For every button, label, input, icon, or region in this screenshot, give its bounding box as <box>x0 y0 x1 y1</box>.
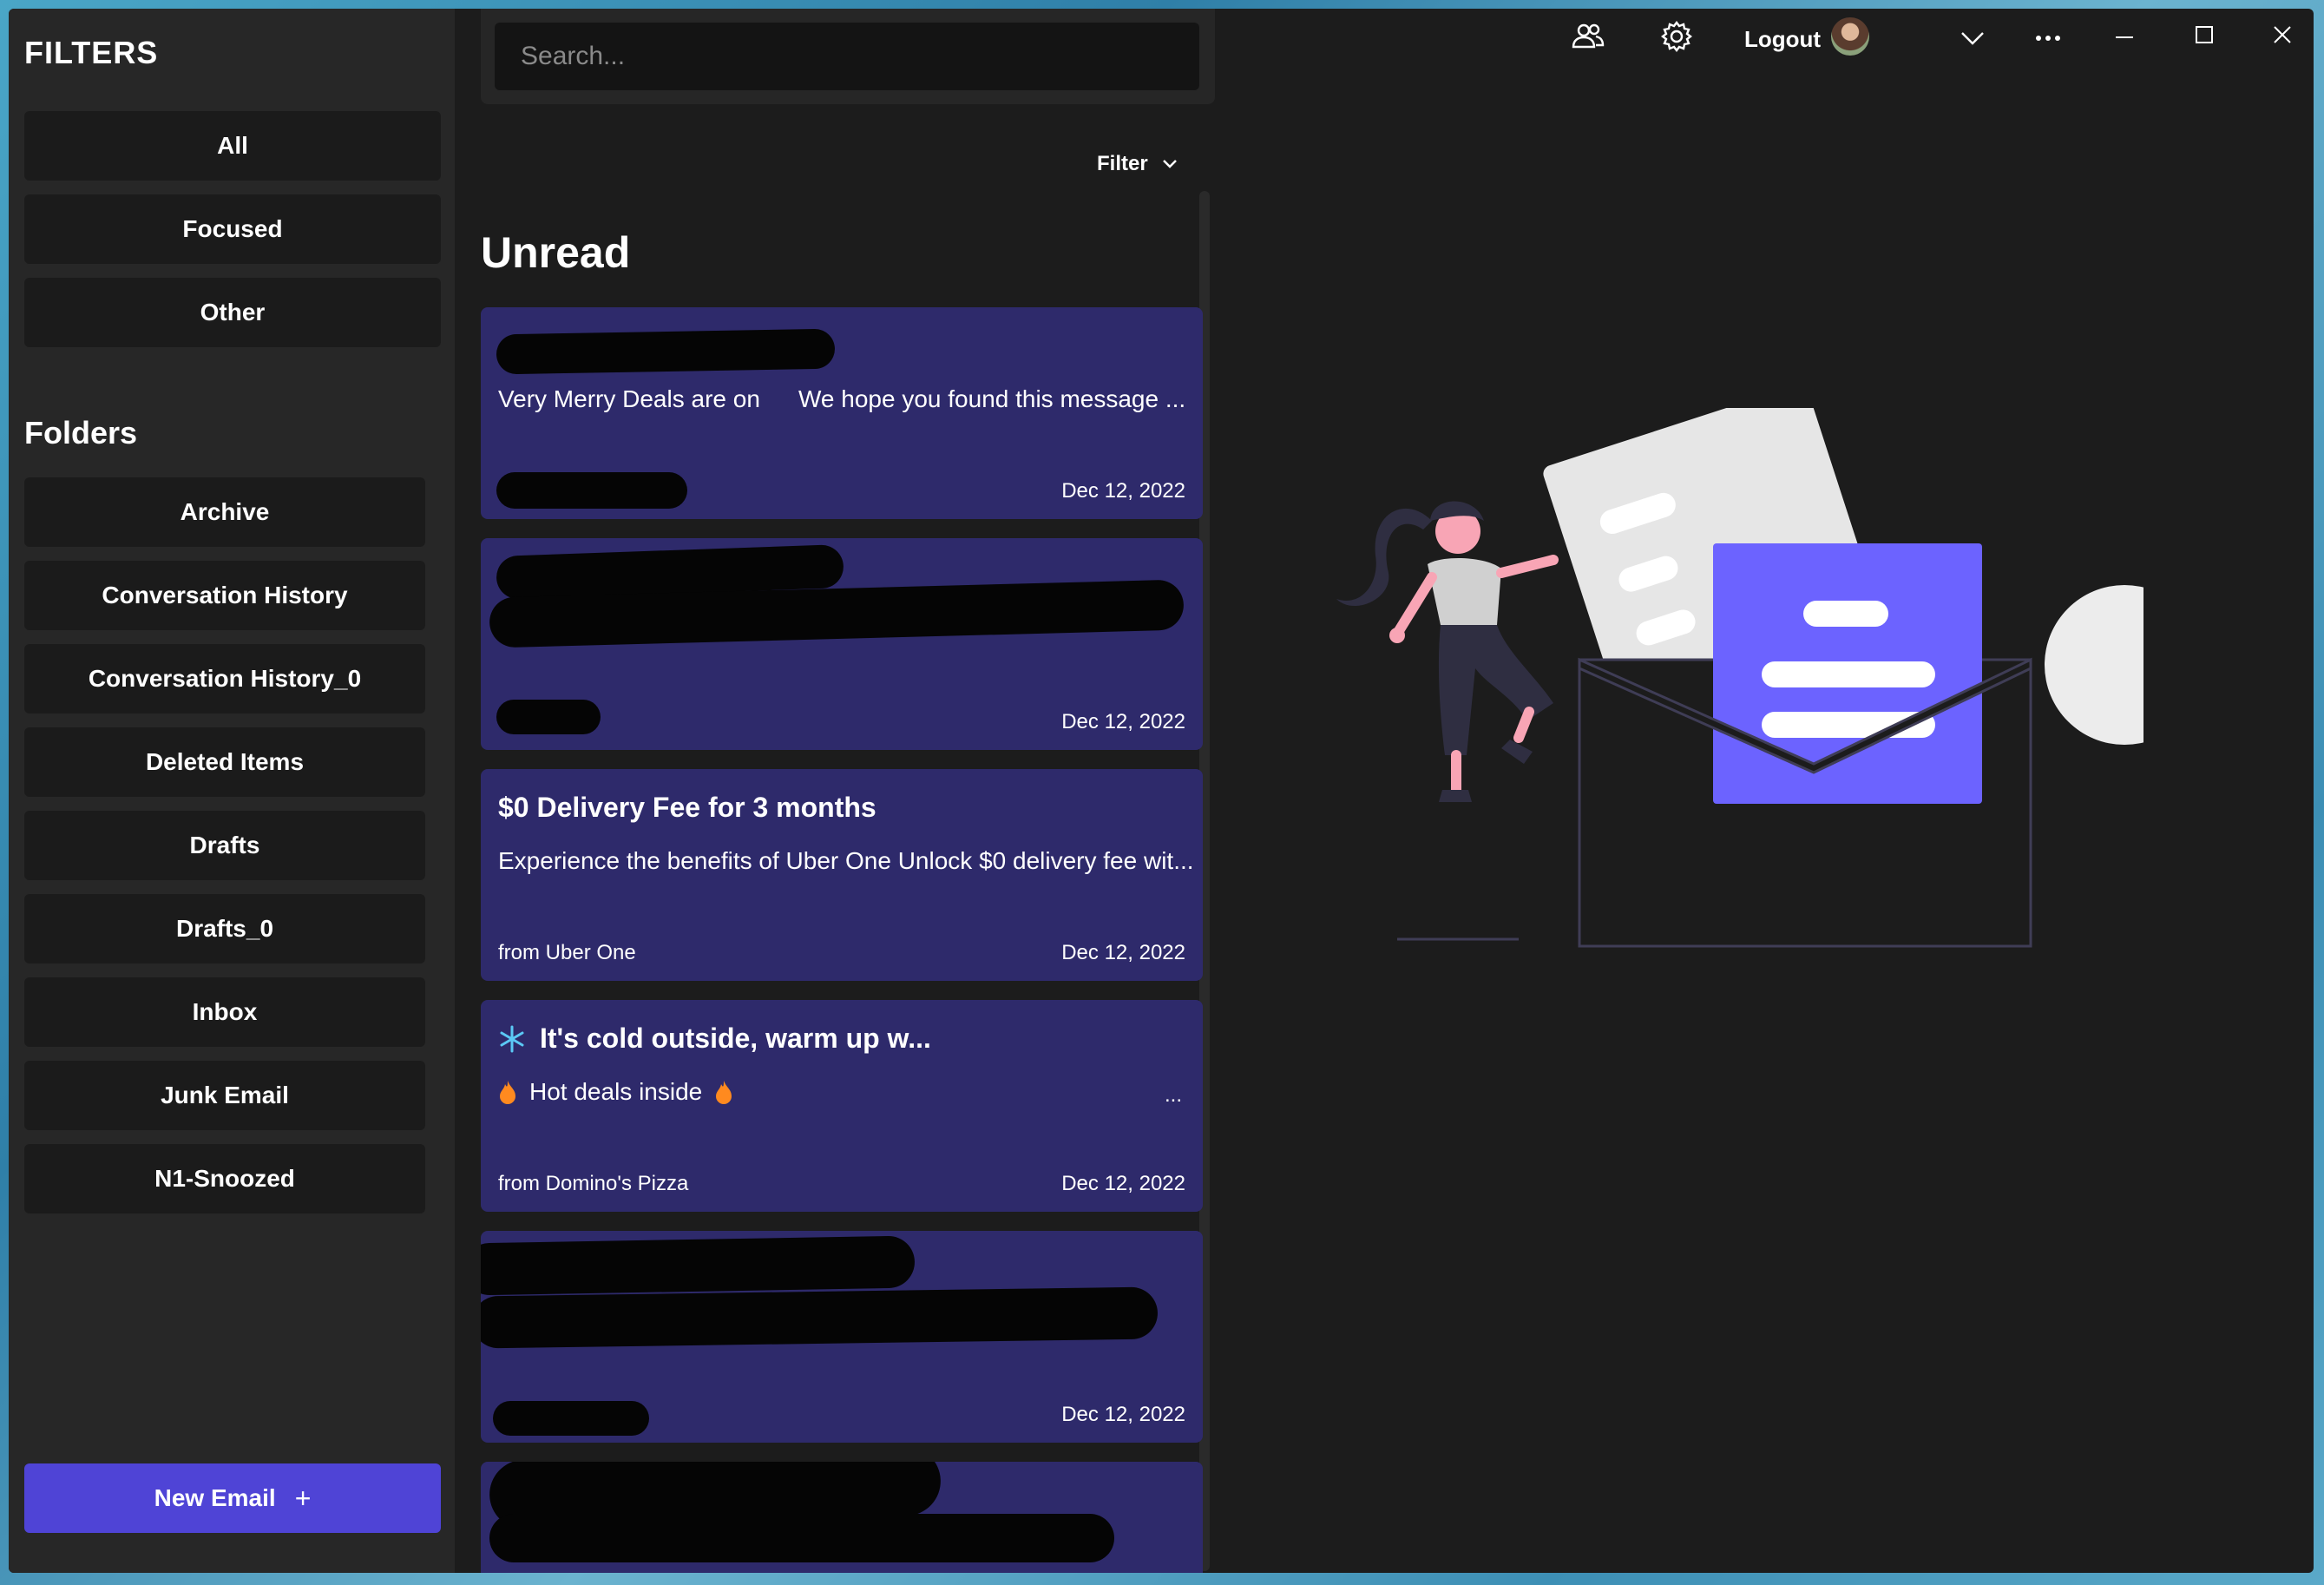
redaction <box>496 472 687 509</box>
folders-title: Folders <box>24 415 138 451</box>
email-preview: Very Merry Deals are on <box>498 385 760 412</box>
redaction <box>481 1286 1159 1349</box>
folder-archive[interactable]: Archive <box>24 477 425 547</box>
redaction <box>496 328 836 375</box>
new-email-label: New Email <box>154 1484 276 1511</box>
plus-icon: + <box>294 1482 312 1514</box>
email-preview: Hot deals inside <box>529 1078 703 1105</box>
fire-icon <box>716 1081 732 1104</box>
logout-button[interactable]: Logout <box>1744 26 1821 53</box>
person-figure <box>1336 501 1559 802</box>
empty-state-illustration <box>1336 408 2143 948</box>
people-icon[interactable] <box>1571 19 1605 54</box>
folder-n1-snoozed[interactable]: N1-Snoozed <box>24 1144 425 1213</box>
filter-all-button[interactable]: All <box>24 111 441 181</box>
filter-other-button[interactable]: Other <box>24 278 441 347</box>
folder-conversation-history-0[interactable]: Conversation History_0 <box>24 644 425 714</box>
email-preview-ellipsis: ... <box>1164 1083 1182 1107</box>
search-input[interactable]: Search... <box>495 23 1199 90</box>
new-email-button[interactable]: New Email + <box>24 1463 441 1533</box>
chevron-down-icon <box>1162 160 1177 168</box>
email-date: Dec 12, 2022 <box>1061 1403 1185 1426</box>
email-sender: from Uber One <box>498 941 636 964</box>
maximize-icon[interactable] <box>2194 24 2215 45</box>
redaction <box>481 1235 916 1296</box>
more-icon[interactable] <box>2034 33 2062 43</box>
decor-circle <box>2045 585 2143 745</box>
folder-conversation-history[interactable]: Conversation History <box>24 561 425 630</box>
search-bar: Search... <box>481 9 1215 104</box>
email-date: Dec 12, 2022 <box>1061 710 1185 733</box>
gear-icon[interactable] <box>1659 19 1694 54</box>
email-card[interactable]: Dec 12, 2022 <box>481 538 1203 750</box>
email-sender: from Domino's Pizza <box>498 1172 689 1195</box>
email-subject: It's cold outside, warm up w... <box>540 1023 931 1054</box>
chevron-down-icon[interactable] <box>1960 30 1986 47</box>
email-date: Dec 12, 2022 <box>1061 941 1185 964</box>
redaction <box>489 1514 1114 1562</box>
sidebar: FILTERS All Focused Other Folders Archiv… <box>9 9 455 1573</box>
app-window: FILTERS All Focused Other Folders Archiv… <box>9 9 2314 1573</box>
folder-junk-email[interactable]: Junk Email <box>24 1061 425 1130</box>
email-card[interactable]: Very Merry Deals are on We hope you foun… <box>481 307 1203 519</box>
filters-title: FILTERS <box>24 35 159 70</box>
unread-heading: Unread <box>481 228 631 277</box>
avatar[interactable] <box>1831 17 1869 56</box>
minimize-icon[interactable] <box>2114 33 2135 42</box>
filter-focused-button[interactable]: Focused <box>24 194 441 264</box>
email-preview: Experience the benefits of Uber One Unlo… <box>498 847 1194 874</box>
email-card[interactable]: Dec 12, 2022 <box>481 1231 1203 1443</box>
fire-icon <box>500 1081 515 1104</box>
email-date: Dec 12, 2022 <box>1061 479 1185 503</box>
folder-inbox[interactable]: Inbox <box>24 977 425 1047</box>
redaction <box>493 1401 649 1436</box>
email-subject-row: It's cold outside, warm up w... <box>498 1023 931 1055</box>
close-icon[interactable] <box>2272 24 2293 45</box>
folder-drafts[interactable]: Drafts <box>24 811 425 880</box>
message-list-pane: Search... Filter Unread Very Merry Deals… <box>455 9 1218 1573</box>
email-card[interactable]: $0 Delivery Fee for 3 months Experience … <box>481 769 1203 981</box>
snowflake-icon <box>500 1025 524 1052</box>
email-date: Dec 12, 2022 <box>1061 1172 1185 1195</box>
email-preview-secondary: We hope you found this message ... <box>798 385 1186 412</box>
redaction <box>496 700 601 734</box>
filter-dropdown[interactable]: Filter <box>1097 152 1178 176</box>
folder-drafts-0[interactable]: Drafts_0 <box>24 894 425 963</box>
email-card[interactable]: It's cold outside, warm up w... Hot deal… <box>481 1000 1203 1212</box>
folder-deleted-items[interactable]: Deleted Items <box>24 727 425 797</box>
filter-label: Filter <box>1097 152 1148 175</box>
email-subject: $0 Delivery Fee for 3 months <box>498 792 876 823</box>
email-preview-row: Hot deals inside <box>498 1078 733 1106</box>
email-card[interactable] <box>481 1462 1203 1573</box>
